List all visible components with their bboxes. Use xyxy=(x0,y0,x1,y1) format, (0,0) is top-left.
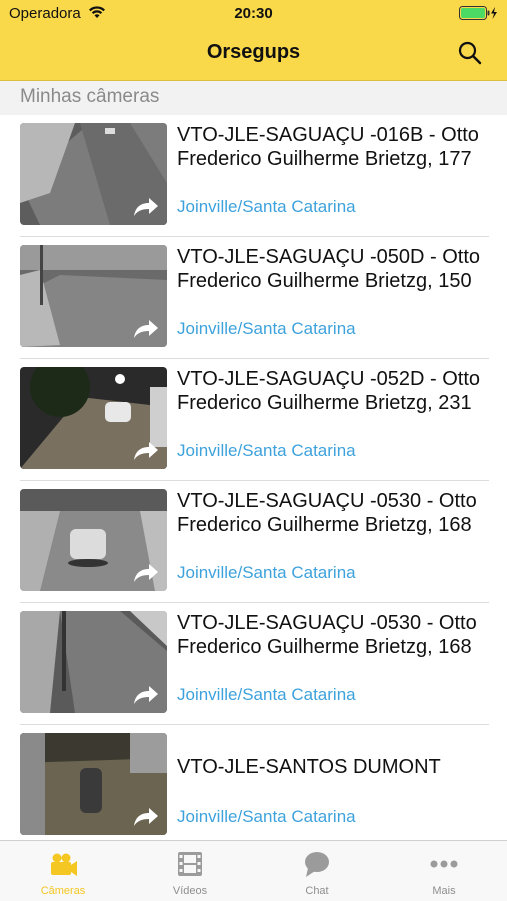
share-icon[interactable] xyxy=(133,685,159,705)
section-title: Minhas câmeras xyxy=(20,86,160,107)
camera-name: VTO-JLE-SAGUAÇU -016B - Otto Frederico G… xyxy=(177,124,479,170)
camera-row[interactable]: VTO-JLE-SAGUAÇU -0530 - Otto Frederico G… xyxy=(0,481,507,603)
tab-label: Mais xyxy=(432,885,456,897)
camera-name: VTO-JLE-SAGUAÇU -0530 - Otto Frederico G… xyxy=(177,612,477,658)
tab-label: Câmeras xyxy=(40,885,86,897)
camera-row[interactable]: VTO-JLE-SAGUAÇU -016B - Otto Frederico G… xyxy=(0,115,507,237)
camera-thumbnail[interactable] xyxy=(20,611,167,713)
search-icon[interactable] xyxy=(457,40,483,66)
camera-location: Joinville/Santa Catarina xyxy=(177,319,356,338)
camera-icon xyxy=(51,853,77,876)
chat-bubble-icon xyxy=(305,852,329,877)
camera-row[interactable]: VTO-JLE-SANTOS DUMONT Joinville/Santa Ca… xyxy=(0,725,507,847)
status-time: 20:30 xyxy=(234,5,273,22)
camera-row[interactable]: VTO-JLE-SAGUAÇU -0530 - Otto Frederico G… xyxy=(0,603,507,725)
camera-row[interactable]: VTO-JLE-SAGUAÇU -050D - Otto Frederico G… xyxy=(0,237,507,359)
nav-bar: Orsegups xyxy=(0,26,507,81)
share-icon[interactable] xyxy=(133,319,159,339)
section-header: Minhas câmeras xyxy=(0,81,507,115)
camera-thumbnail[interactable] xyxy=(20,123,167,225)
camera-name: VTO-JLE-SAGUAÇU -050D - Otto Frederico G… xyxy=(177,246,481,292)
tab-videos[interactable]: Vídeos xyxy=(127,841,253,901)
film-icon xyxy=(178,852,202,876)
nav-title: Orsegups xyxy=(206,41,301,63)
tab-chat[interactable]: Chat xyxy=(254,841,380,901)
tab-bar: Câmeras Vídeos Chat Mais xyxy=(0,840,507,901)
camera-row[interactable]: VTO-JLE-SAGUAÇU -052D - Otto Frederico G… xyxy=(0,359,507,481)
camera-thumbnail[interactable] xyxy=(20,733,167,835)
camera-location: Joinville/Santa Catarina xyxy=(177,197,356,216)
camera-name: VTO-JLE-SAGUAÇU -0530 - Otto Frederico G… xyxy=(177,490,477,536)
tab-label: Vídeos xyxy=(172,885,208,897)
share-icon[interactable] xyxy=(133,563,159,583)
camera-thumbnail[interactable] xyxy=(20,489,167,591)
camera-name: VTO-JLE-SANTOS DUMONT xyxy=(177,756,441,778)
more-dots-icon xyxy=(430,860,458,868)
camera-list: VTO-JLE-SAGUAÇU -016B - Otto Frederico G… xyxy=(0,115,507,847)
share-icon[interactable] xyxy=(133,441,159,461)
battery-icon xyxy=(459,6,497,20)
camera-location: Joinville/Santa Catarina xyxy=(177,685,356,704)
camera-thumbnail[interactable] xyxy=(20,245,167,347)
camera-thumbnail[interactable] xyxy=(20,367,167,469)
camera-location: Joinville/Santa Catarina xyxy=(177,441,356,460)
share-icon[interactable] xyxy=(133,807,159,827)
status-bar: Operadora 20:30 xyxy=(0,0,507,26)
share-icon[interactable] xyxy=(133,197,159,217)
camera-location: Joinville/Santa Catarina xyxy=(177,563,356,582)
tab-cameras[interactable]: Câmeras xyxy=(0,841,126,901)
tab-label: Chat xyxy=(305,885,329,897)
tab-more[interactable]: Mais xyxy=(381,841,507,901)
camera-location: Joinville/Santa Catarina xyxy=(177,807,356,826)
camera-name: VTO-JLE-SAGUAÇU -052D - Otto Frederico G… xyxy=(177,368,481,414)
